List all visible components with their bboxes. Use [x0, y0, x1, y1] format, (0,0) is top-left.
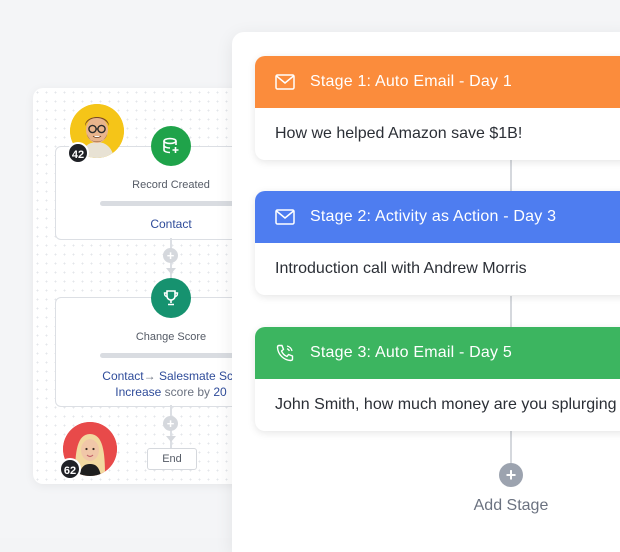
placeholder-bar	[100, 201, 240, 206]
arrow-down-icon	[166, 436, 176, 442]
placeholder-bar	[100, 353, 240, 358]
add-step-button[interactable]: +	[163, 416, 178, 431]
mail-icon	[275, 72, 295, 92]
contact-link[interactable]: Contact	[102, 369, 143, 383]
stage-header: Stage 1: Auto Email - Day 1	[255, 56, 620, 108]
stage-title: Stage 1: Auto Email - Day 1	[310, 73, 512, 90]
add-stage-label[interactable]: Add Stage	[450, 497, 572, 515]
stage-card-1[interactable]: Stage 1: Auto Email - Day 1 How we helpe…	[255, 56, 620, 160]
end-node[interactable]: End	[147, 448, 197, 470]
stage-connector	[510, 160, 512, 192]
mail-icon	[275, 207, 295, 227]
stage-body: Introduction call with Andrew Morris	[275, 260, 527, 277]
stage-body: How we helped Amazon save $1B!	[275, 125, 523, 142]
stage-card-2[interactable]: Stage 2: Activity as Action - Day 3 Intr…	[255, 191, 620, 295]
arrow-right-icon: →	[143, 369, 156, 383]
stage-card-3[interactable]: Stage 3: Auto Email - Day 5 John Smith, …	[255, 327, 620, 431]
score-amount: 20	[213, 385, 227, 399]
phone-icon	[275, 343, 295, 363]
stage-body: John Smith, how much money are you splur…	[275, 396, 617, 413]
database-add-icon	[151, 126, 191, 166]
score-by-text: score by	[164, 385, 211, 399]
stage-connector	[510, 431, 512, 463]
increase-text: Increase	[115, 385, 162, 399]
salesmate-score-link[interactable]: Salesmate Sco	[159, 369, 240, 383]
count-badge: 42	[67, 142, 89, 164]
trophy-icon	[151, 278, 191, 318]
stage-title: Stage 3: Auto Email - Day 5	[310, 344, 512, 361]
add-step-button[interactable]: +	[163, 248, 178, 263]
stage-title: Stage 2: Activity as Action - Day 3	[310, 208, 557, 225]
stage-header: Stage 2: Activity as Action - Day 3	[255, 191, 620, 243]
add-stage-button[interactable]: +	[499, 463, 523, 487]
stage-connector	[510, 296, 512, 328]
arrow-down-icon	[166, 268, 176, 274]
count-badge: 62	[59, 458, 81, 480]
stage-header: Stage 3: Auto Email - Day 5	[255, 327, 620, 379]
